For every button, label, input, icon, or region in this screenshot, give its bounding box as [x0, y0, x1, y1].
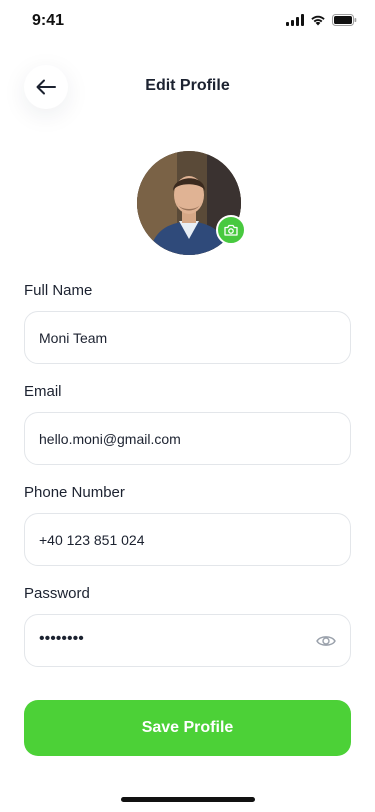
avatar-container	[137, 151, 246, 257]
toggle-password-visibility[interactable]	[316, 632, 336, 650]
battery-icon	[332, 14, 357, 26]
status-icons	[286, 14, 357, 26]
full-name-value: Moni Team	[39, 330, 108, 346]
eye-icon	[316, 636, 336, 646]
full-name-field[interactable]: Moni Team	[24, 311, 351, 364]
signal-icon	[286, 14, 304, 26]
header: Edit Profile	[0, 60, 375, 112]
email-field[interactable]: hello.moni@gmail.com	[24, 412, 351, 465]
change-photo-button[interactable]	[216, 215, 246, 245]
home-indicator	[121, 797, 255, 802]
status-time: 9:41	[32, 12, 65, 29]
wifi-icon	[311, 15, 325, 26]
password-label: Password	[24, 585, 90, 602]
camera-icon	[224, 224, 238, 236]
email-value: hello.moni@gmail.com	[39, 431, 181, 447]
save-profile-button[interactable]: Save Profile	[24, 700, 351, 756]
full-name-label: Full Name	[24, 282, 93, 299]
email-label: Email	[24, 383, 62, 400]
phone-value: +40 123 851 024	[39, 532, 145, 548]
phone-field[interactable]: +40 123 851 024	[24, 513, 351, 566]
status-bar: 9:41	[0, 0, 375, 44]
phone-label: Phone Number	[24, 484, 125, 501]
password-field[interactable]: ••••••••	[24, 614, 351, 667]
password-value: ••••••••	[39, 630, 84, 647]
page-title: Edit Profile	[145, 77, 230, 94]
